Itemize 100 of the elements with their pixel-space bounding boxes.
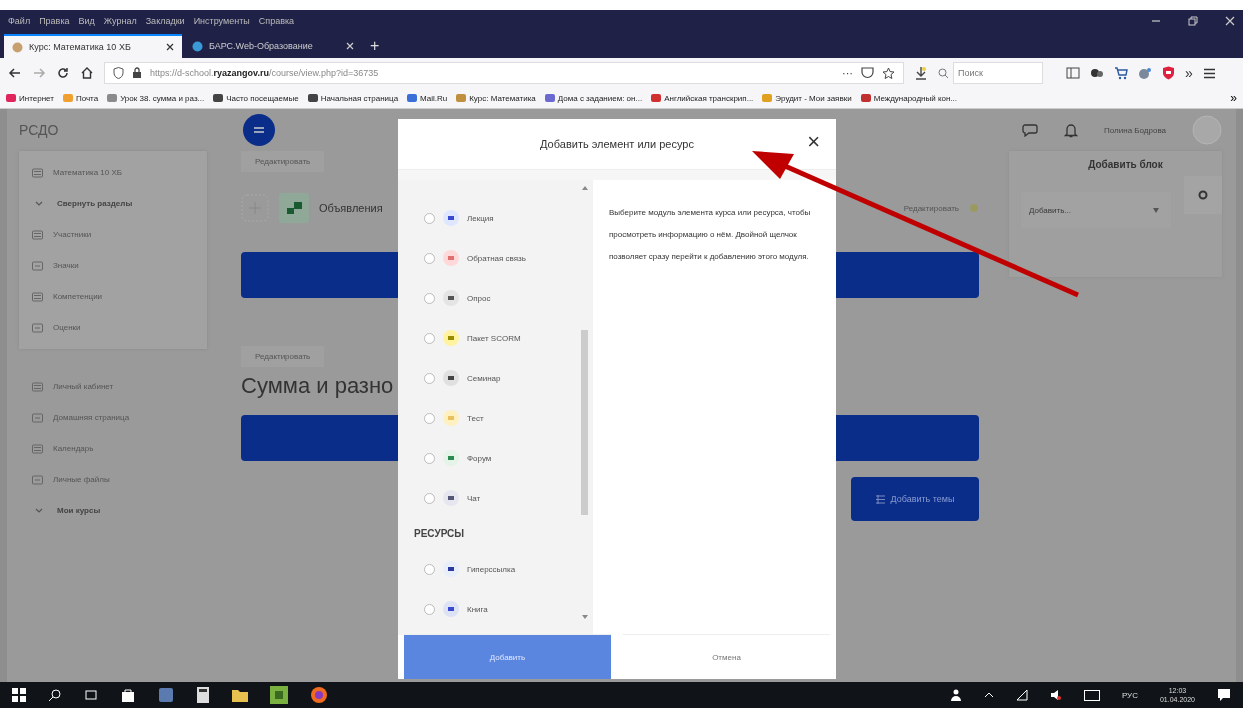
settings-icon — [1198, 190, 1208, 200]
overflow-button[interactable]: » — [1230, 91, 1237, 105]
radio-button[interactable] — [424, 563, 435, 575]
person-icon[interactable] — [949, 689, 962, 701]
radio-button[interactable] — [424, 212, 435, 224]
radio-button[interactable] — [424, 452, 435, 464]
extension-icon[interactable] — [1090, 67, 1104, 79]
module-option[interactable]: Пакет SCORM — [414, 318, 580, 358]
app-icon[interactable] — [270, 686, 288, 704]
bookmark[interactable]: Почта — [62, 93, 99, 103]
add-topic-button[interactable]: Добавить темы — [851, 477, 979, 521]
close-icon[interactable] — [166, 43, 174, 51]
search-icon[interactable] — [48, 688, 62, 702]
radio-button[interactable] — [424, 292, 435, 304]
scroll-up-icon[interactable] — [581, 186, 588, 190]
menu-item-icon — [32, 443, 43, 454]
menu-item-icon — [32, 381, 43, 392]
module-option[interactable]: Обратная связь — [414, 238, 580, 278]
bookmark[interactable]: Начальная страница — [307, 93, 399, 103]
home-icon[interactable] — [80, 66, 94, 80]
sidebar-icon[interactable] — [1066, 67, 1080, 79]
network-icon[interactable] — [1015, 689, 1028, 701]
radio-button[interactable] — [424, 332, 435, 344]
bookmark[interactable]: Английская транскрип... — [651, 93, 754, 103]
browser-tab[interactable]: Курс: Математика 10 ХБ — [4, 34, 182, 58]
menu-icon — [253, 125, 265, 135]
notifications-icon[interactable] — [1217, 688, 1231, 702]
radio-button[interactable] — [424, 492, 435, 504]
module-option[interactable]: Лекция — [414, 198, 580, 238]
calculator-icon[interactable] — [196, 687, 210, 703]
module-option[interactable]: Семинар — [414, 358, 580, 398]
user-name[interactable]: Полина Бодрова — [1104, 125, 1166, 135]
module-option[interactable]: Форум — [414, 438, 580, 478]
bookmark[interactable]: Курс: Математика — [456, 93, 536, 103]
caret-icon — [1153, 207, 1159, 213]
menu-item[interactable]: Правка — [39, 16, 70, 26]
modal-title: Добавить элемент или ресурс — [540, 138, 694, 150]
store-bag-icon[interactable] — [120, 687, 136, 703]
new-tab-button[interactable]: + — [364, 34, 386, 58]
module-option[interactable]: Книга — [414, 589, 580, 629]
language-indicator[interactable]: РУС — [1121, 690, 1138, 700]
download-icon[interactable] — [914, 66, 928, 80]
close-button[interactable]: × — [803, 129, 824, 155]
app-icon[interactable] — [158, 687, 174, 703]
module-option[interactable]: Чат — [414, 478, 580, 518]
chevron-icon — [35, 200, 43, 207]
menu-button[interactable] — [243, 114, 275, 146]
menu-item[interactable]: Вид — [78, 16, 95, 26]
task-view-icon[interactable] — [84, 688, 98, 702]
module-option[interactable]: Опрос — [414, 278, 580, 318]
bookmark[interactable]: Международный кон... — [860, 93, 958, 103]
module-option[interactable]: Тест — [414, 398, 580, 438]
radio-button[interactable] — [424, 603, 435, 615]
bookmark[interactable]: Урок 38. сумма и раз... — [107, 93, 205, 103]
radio-button[interactable] — [424, 372, 435, 384]
bookmark[interactable]: Часто посещаемые — [213, 93, 299, 103]
speaker-icon[interactable] — [1049, 689, 1062, 701]
reload-icon[interactable] — [56, 66, 70, 80]
bookmark[interactable]: Эрудит - Мои заявки — [762, 93, 852, 103]
bookmark[interactable]: Mail.Ru — [407, 93, 448, 103]
bookmark[interactable]: Интернет — [6, 93, 54, 103]
search-field[interactable]: Поиск — [953, 62, 1043, 84]
star-icon[interactable] — [882, 66, 895, 80]
menu-item-icon — [32, 291, 43, 302]
keyboard-icon[interactable] — [1083, 689, 1100, 701]
sidebar-item[interactable]: Мои курсы — [19, 495, 207, 526]
bookmark[interactable]: Дома с заданием: он... — [544, 93, 643, 103]
chevron-up-icon[interactable] — [983, 692, 994, 698]
overflow-button[interactable]: » — [1185, 65, 1193, 81]
module-option[interactable]: Гиперссылка — [414, 549, 580, 589]
radio-button[interactable] — [424, 252, 435, 264]
menu-icon[interactable] — [1202, 67, 1216, 79]
pocket-icon[interactable] — [861, 67, 874, 79]
sidebar-item[interactable]: Свернуть разделы — [19, 188, 207, 219]
search-icon — [938, 67, 949, 79]
restore-icon[interactable] — [1188, 16, 1198, 26]
menu-item[interactable]: Закладки — [145, 16, 185, 26]
menu-item-icon — [32, 412, 43, 423]
menu-item[interactable]: Инструменты — [193, 16, 250, 26]
scroll-down-icon[interactable] — [581, 615, 588, 619]
shield-icon[interactable] — [1162, 66, 1175, 80]
windows-start-icon[interactable] — [12, 688, 26, 702]
activity-link[interactable]: Объявления — [319, 202, 383, 214]
chat-icon[interactable] — [1022, 123, 1039, 137]
settings-button[interactable] — [1184, 176, 1222, 214]
menu-item[interactable]: Журнал — [103, 16, 137, 26]
favicon-icon — [192, 40, 203, 52]
radio-button[interactable] — [424, 412, 435, 424]
browser-tab[interactable]: БАРС.Web-Образование — [184, 34, 362, 58]
address-bar[interactable]: https://d-school.ryazangov.ru/course/view.php?id=36735 ··· — [104, 62, 904, 84]
firefox-icon[interactable] — [310, 686, 328, 704]
chevron-icon — [35, 507, 43, 514]
page-actions-button[interactable]: ··· — [842, 67, 853, 79]
cart-icon[interactable] — [1114, 66, 1128, 80]
bell-icon[interactable] — [1064, 122, 1079, 138]
back-icon[interactable] — [8, 66, 22, 80]
menu-item[interactable]: Справка — [258, 16, 295, 26]
menu-item[interactable]: Файл — [8, 16, 31, 26]
section-heading: РЕСУРСЫ — [414, 527, 466, 541]
folder-icon[interactable] — [232, 688, 248, 702]
